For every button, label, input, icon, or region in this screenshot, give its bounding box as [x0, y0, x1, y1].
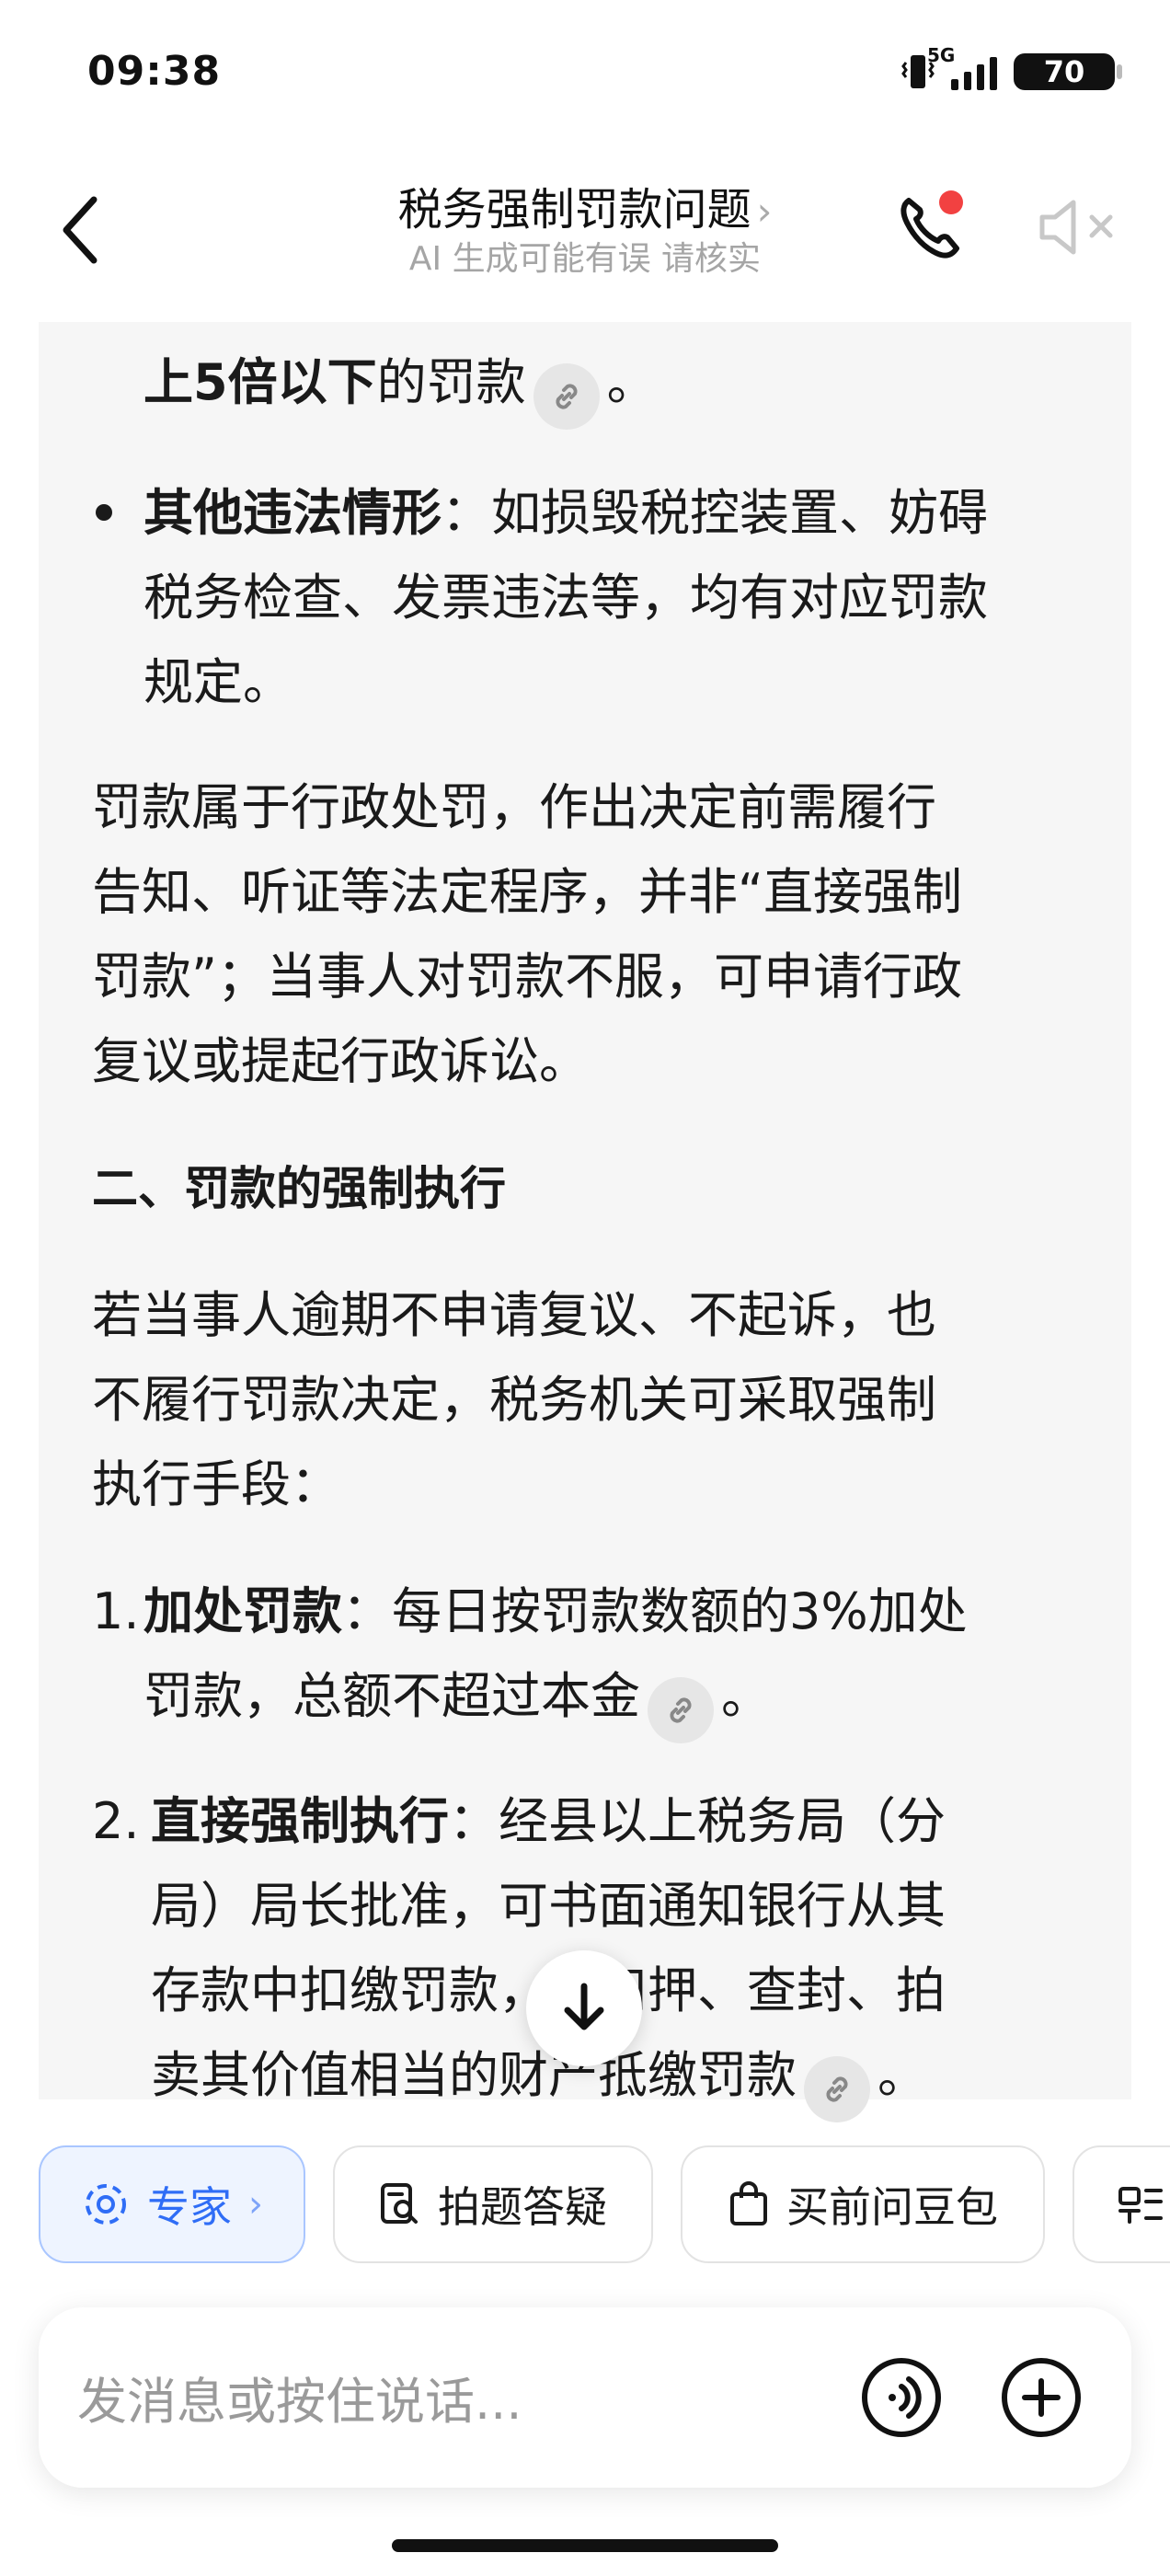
cellular-signal-icon: 5G	[927, 44, 997, 90]
photo-question-label: 拍题答疑	[438, 2182, 607, 2232]
para2-line-2: 不履行罚款决定，税务机关可采取强制	[92, 1371, 936, 1429]
bullet-line-3: 规定。	[143, 653, 292, 711]
text: 的罚款	[376, 353, 526, 411]
bold-text: 加处罚款	[143, 1582, 342, 1640]
status-icons: 5G 70	[901, 44, 1122, 92]
section-heading: 二、罚款的强制执行	[92, 1162, 506, 1215]
battery-icon: 70	[1014, 53, 1122, 90]
ai-disclaimer: AI 生成可能有误 请核实	[408, 240, 762, 278]
add-attachment-button[interactable]	[999, 2355, 1084, 2440]
voice-wave-icon	[862, 2358, 941, 2437]
text: ：每日按罚款数额的3%加处	[342, 1582, 968, 1640]
item2-line-1: 直接强制执行：经县以上税务局（分	[151, 1779, 946, 1864]
shopping-bag-icon	[730, 2181, 767, 2225]
status-time: 09:38	[87, 48, 222, 95]
content-line-tail: 上5倍以下的罚款 。	[143, 340, 657, 430]
bullet-dot	[96, 504, 112, 521]
more-chip[interactable]	[1072, 2145, 1170, 2263]
expert-icon	[86, 2184, 126, 2225]
title-chevron-icon: ›	[756, 189, 773, 234]
text: 罚款，总额不超过本金	[143, 1667, 640, 1725]
item1-line-1: 加处罚款：每日按罚款数额的3%加处	[143, 1570, 968, 1654]
bold-text: 直接强制执行	[151, 1792, 449, 1850]
para1-line-2: 告知、听证等法定程序，并非“直接强制	[92, 863, 962, 921]
source-link-button[interactable]	[648, 1677, 714, 1743]
text: 卖其价值相当的财产抵缴罚款	[151, 2046, 797, 2104]
pre-purchase-chip[interactable]: 买前问豆包	[681, 2145, 1045, 2263]
item2-number: 2.	[92, 1792, 140, 1850]
plus-icon	[1002, 2358, 1081, 2437]
text: 。	[878, 2046, 927, 2104]
photo-search-icon	[381, 2183, 418, 2224]
expert-chip[interactable]: 专家 ›	[39, 2145, 305, 2263]
phone-icon	[900, 190, 963, 259]
bold-text: 上5倍以下	[143, 353, 377, 411]
para1-line-4: 复议或提起行政诉讼。	[92, 1032, 589, 1090]
network-label: 5G	[927, 44, 956, 66]
item2-line-2: 局）局长批准，可书面通知银行从其	[151, 1877, 946, 1935]
para1-line-1: 罚款属于行政处罚，作出决定前需履行	[92, 778, 936, 836]
pre-purchase-label: 买前问豆包	[786, 2182, 998, 2232]
partial-chip-icon	[1118, 2187, 1163, 2224]
expert-chevron-icon: ›	[248, 2183, 263, 2225]
source-link-button[interactable]	[533, 363, 600, 430]
text: ：经县以上税务局（分	[449, 1792, 946, 1850]
link-icon	[670, 1697, 692, 1723]
battery-level: 70	[1043, 54, 1085, 89]
para2-line-1: 若当事人逾期不申请复议、不起诉，也	[92, 1286, 936, 1344]
chat-title[interactable]: 税务强制罚款问题 ›	[0, 173, 1170, 237]
mute-button[interactable]	[1035, 195, 1127, 259]
para2-line-3: 执行手段：	[92, 1455, 340, 1513]
para1-line-3: 罚款”；当事人对罚款不服，可申请行政	[92, 948, 962, 1006]
home-indicator	[392, 2539, 778, 2552]
expert-chip-label: 专家	[147, 2182, 232, 2232]
call-button[interactable]	[892, 184, 966, 267]
photo-question-chip[interactable]: 拍题答疑	[333, 2145, 653, 2263]
bullet-line-1: 其他违法情形：如损毁税控装置、妨碍	[143, 471, 988, 556]
bold-text: 其他违法情形	[143, 484, 442, 542]
message-input[interactable]: 发消息或按住说话...	[77, 2361, 522, 2433]
item1-line-2: 罚款，总额不超过本金 。	[143, 1654, 771, 1743]
link-icon	[556, 384, 578, 409]
source-link-button[interactable]	[804, 2056, 870, 2122]
scroll-to-bottom-button[interactable]	[526, 1950, 642, 2066]
item2-line-4: 卖其价值相当的财产抵缴罚款 。	[151, 2033, 927, 2122]
text: ：如损毁税控装置、妨碍	[442, 484, 988, 542]
arrow-down-icon	[564, 1983, 604, 2030]
bullet-line-2: 税务检查、发票违法等，均有对应罚款	[143, 569, 988, 627]
text: 。	[721, 1667, 771, 1725]
voice-input-button[interactable]	[859, 2355, 944, 2440]
mute-speaker-icon	[1039, 200, 1113, 255]
link-icon	[826, 2076, 848, 2102]
chat-title-text: 税务强制罚款问题	[397, 184, 751, 236]
item1-number: 1.	[92, 1582, 140, 1640]
text: 。	[606, 353, 657, 411]
